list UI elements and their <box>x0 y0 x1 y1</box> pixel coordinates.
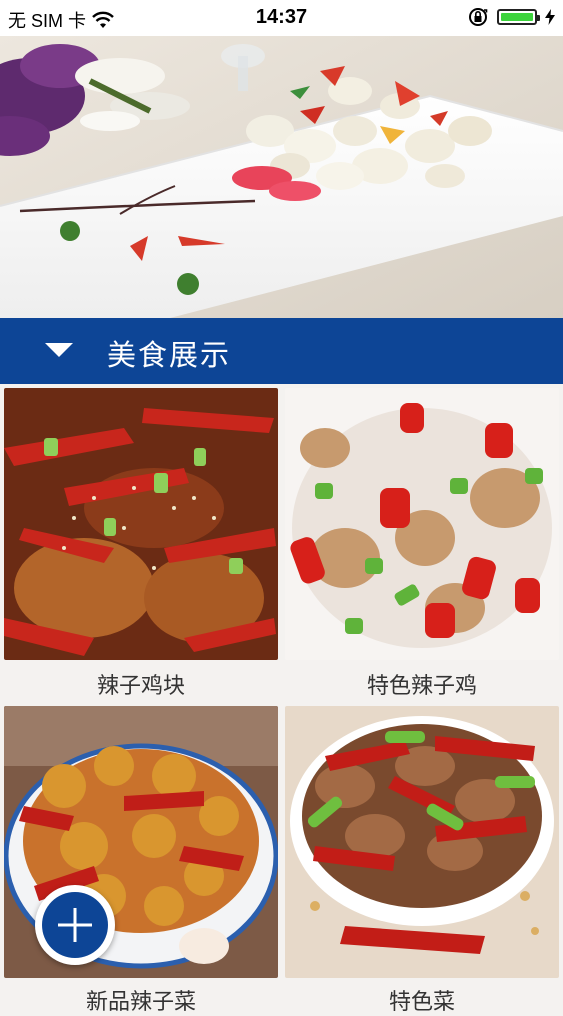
dish-name: 特色辣子鸡 <box>366 674 477 699</box>
add-button[interactable] <box>35 885 115 965</box>
triangle-down-icon[interactable] <box>45 343 73 357</box>
dish-name: 特色菜 <box>388 990 455 1015</box>
section-title: 美食展示 <box>107 338 232 372</box>
dish-card[interactable]: 特色辣子鸡 <box>285 388 559 699</box>
dish-photo[interactable] <box>285 706 559 978</box>
dish-name: 新品辣子菜 <box>85 990 196 1015</box>
rotation-lock-icon <box>469 8 488 26</box>
status-icons <box>467 7 555 27</box>
hero-banner <box>0 36 563 318</box>
dish-card[interactable]: 辣子鸡块 <box>4 388 278 699</box>
dish-photo[interactable] <box>285 388 559 660</box>
dish-photo[interactable] <box>4 388 278 660</box>
status-bar: 无 SIM 卡 14:37 <box>0 0 563 36</box>
charging-bolt-icon <box>545 9 555 25</box>
battery-fill <box>501 13 533 21</box>
dish-photo-image <box>285 706 559 978</box>
dish-card[interactable]: 特色菜 <box>285 706 559 1015</box>
dish-photo-image <box>4 388 278 660</box>
battery-icon <box>497 9 540 25</box>
section-header[interactable]: 美食展示 <box>0 318 563 384</box>
plus-icon[interactable] <box>35 885 115 965</box>
dish-photo-image <box>285 388 559 660</box>
dish-name: 辣子鸡块 <box>96 674 185 699</box>
hero-dish-photo <box>0 36 563 318</box>
